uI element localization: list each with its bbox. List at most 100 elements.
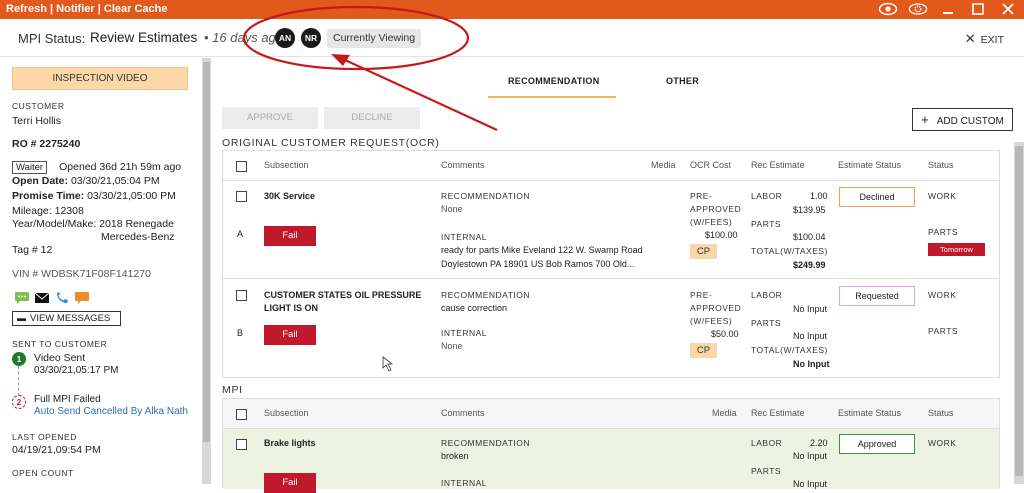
mpi-status-label: MPI Status: bbox=[18, 31, 86, 46]
fail-badge[interactable]: Fail bbox=[264, 473, 316, 493]
repair-order-number: RO # 2275240 bbox=[12, 138, 81, 150]
main-scrollbar[interactable] bbox=[1014, 142, 1024, 484]
estimate-status-approved[interactable]: Approved bbox=[839, 434, 915, 454]
recommendation-value: None bbox=[441, 204, 463, 214]
estimate-status-declined[interactable]: Declined bbox=[839, 187, 915, 207]
top-links: Refresh | Notifier | Clear Cache bbox=[6, 3, 167, 15]
add-custom-button[interactable]: + ADD CUSTOM bbox=[912, 108, 1013, 131]
waiter-row: Waiter Opened 36d 21h 59m ago bbox=[12, 161, 182, 174]
row-checkbox[interactable] bbox=[236, 290, 247, 301]
contact-icons bbox=[15, 292, 92, 307]
table-row[interactable]: Brake lights Fail RECOMMENDATION broken … bbox=[223, 429, 999, 493]
col-estimate-status: Estimate Status bbox=[838, 160, 902, 170]
mpi-table: Subsection Comments Media Rec Estimate E… bbox=[222, 398, 1000, 493]
select-all-checkbox[interactable] bbox=[236, 161, 247, 172]
exit-button[interactable]: ✕ EXIT bbox=[965, 31, 1004, 47]
internal-label: INTERNAL bbox=[441, 478, 488, 488]
status-parts: PARTS bbox=[928, 326, 959, 336]
fail-badge[interactable]: Fail bbox=[264, 226, 316, 246]
labor-amount: $139.95 bbox=[793, 205, 826, 215]
sidebar-scrollbar[interactable] bbox=[202, 58, 211, 484]
open-date: Open Date: 03/30/21,05:04 PM bbox=[12, 175, 160, 187]
fail-badge[interactable]: Fail bbox=[264, 325, 316, 345]
row-checkbox[interactable] bbox=[236, 439, 247, 450]
tab-recommendation[interactable]: RECOMMENDATION bbox=[508, 76, 600, 86]
col-status: Status bbox=[928, 160, 954, 170]
labor-label: LABOR bbox=[751, 191, 783, 201]
add-custom-label: ADD CUSTOM bbox=[936, 116, 1004, 127]
ocr-section-title: ORIGINAL CUSTOMER REQUEST(OCR) bbox=[222, 137, 440, 149]
pre-approved-label: APPROVED bbox=[690, 303, 742, 313]
mileage-value: 12308 bbox=[54, 205, 84, 217]
step-2-detail[interactable]: Auto Send Cancelled By Alka Nath bbox=[34, 406, 188, 417]
refresh-link[interactable]: Refresh bbox=[6, 3, 47, 15]
customer-name: Terri Hollis bbox=[12, 115, 62, 127]
step-1-title: Video Sent bbox=[34, 352, 86, 364]
col-media: Media bbox=[712, 408, 737, 418]
avatar[interactable]: NR bbox=[301, 28, 321, 48]
internal-label: INTERNAL bbox=[441, 232, 488, 242]
promise-value: 03/30/21,05:00 PM bbox=[87, 190, 176, 202]
mpi-section-title: MPI bbox=[222, 384, 243, 396]
total-label: TOTAL(W/TAXES) bbox=[751, 246, 828, 256]
labor-hours: 2.20 bbox=[810, 438, 828, 448]
status-age: • 16 days ago bbox=[204, 30, 283, 45]
internal-value: None bbox=[441, 341, 463, 351]
clear-cache-link[interactable]: Clear Cache bbox=[104, 3, 168, 15]
status-work: WORK bbox=[928, 438, 957, 448]
phone-icon[interactable] bbox=[55, 292, 68, 303]
col-ocr-cost: OCR Cost bbox=[690, 160, 732, 170]
scroll-thumb[interactable] bbox=[1015, 146, 1023, 476]
status-work: WORK bbox=[928, 191, 957, 201]
decline-button[interactable]: DECLINE bbox=[324, 107, 420, 129]
row-checkbox[interactable] bbox=[236, 191, 247, 202]
recommendation-value: broken bbox=[441, 451, 469, 461]
close-icon: ✕ bbox=[964, 31, 976, 46]
ymm-value: 2018 Renegade bbox=[99, 218, 174, 230]
eye-icon[interactable] bbox=[878, 1, 898, 17]
status-work: WORK bbox=[928, 290, 957, 300]
parts-amount: $100.04 bbox=[793, 232, 826, 242]
estimate-status-requested[interactable]: Requested bbox=[839, 286, 915, 306]
row-title: 30K Service bbox=[264, 191, 316, 201]
pre-approved-amount: $100.00 bbox=[705, 230, 738, 240]
notifier-link[interactable]: Notifier bbox=[56, 3, 95, 15]
labor-amount: No Input bbox=[793, 451, 828, 461]
total-amount: $249.99 bbox=[793, 260, 826, 270]
inspection-video-button[interactable]: INSPECTION VIDEO bbox=[12, 67, 188, 90]
scroll-thumb[interactable] bbox=[203, 62, 210, 442]
year-model-make: Year/Model/Make: 2018 Renegade bbox=[12, 218, 174, 230]
mail-icon[interactable] bbox=[34, 292, 50, 303]
step-1-badge: 1 bbox=[12, 352, 26, 366]
chat-icon[interactable] bbox=[15, 292, 29, 304]
maximize-icon[interactable] bbox=[968, 1, 988, 17]
bullet: • bbox=[204, 30, 209, 45]
view-messages-button[interactable]: ▬ VIEW MESSAGES bbox=[12, 311, 121, 326]
step-2-title: Full MPI Failed bbox=[34, 394, 101, 405]
top-bar: Refresh | Notifier | Clear Cache bbox=[0, 0, 1024, 19]
settings-icon[interactable] bbox=[908, 1, 928, 17]
mileage-label: Mileage: bbox=[12, 205, 52, 217]
col-media: Media bbox=[651, 160, 676, 170]
parts-label: PARTS bbox=[751, 318, 782, 328]
avatar[interactable]: AN bbox=[275, 28, 295, 48]
parts-amount: No Input bbox=[793, 479, 828, 489]
opened-ago: Opened 36d 21h 59m ago bbox=[59, 161, 182, 173]
currently-viewing-badge: Currently Viewing bbox=[327, 29, 422, 48]
approve-button[interactable]: APPROVE bbox=[222, 107, 318, 129]
minimize-icon[interactable] bbox=[938, 1, 958, 17]
internal-value: ready for parts Mike Eveland 122 W. Swam… bbox=[441, 245, 643, 255]
table-row[interactable]: A 30K Service Fail RECOMMENDATION None I… bbox=[223, 181, 999, 279]
table-row[interactable]: B CUSTOMER STATES OIL PRESSURE LIGHT IS … bbox=[223, 280, 999, 378]
view-messages-label: VIEW MESSAGES bbox=[30, 313, 111, 324]
pre-approved-amount: $50.00 bbox=[711, 329, 739, 339]
active-tab-indicator bbox=[488, 96, 616, 98]
row-title: LIGHT IS ON bbox=[264, 303, 318, 313]
sent-to-customer-label: SENT TO CUSTOMER bbox=[12, 339, 108, 349]
close-icon[interactable] bbox=[998, 1, 1018, 17]
message-icon[interactable] bbox=[74, 292, 89, 304]
select-all-checkbox[interactable] bbox=[236, 409, 247, 420]
col-subsection: Subsection bbox=[264, 408, 309, 418]
labor-label: LABOR bbox=[751, 438, 783, 448]
tab-other[interactable]: OTHER bbox=[666, 76, 699, 86]
